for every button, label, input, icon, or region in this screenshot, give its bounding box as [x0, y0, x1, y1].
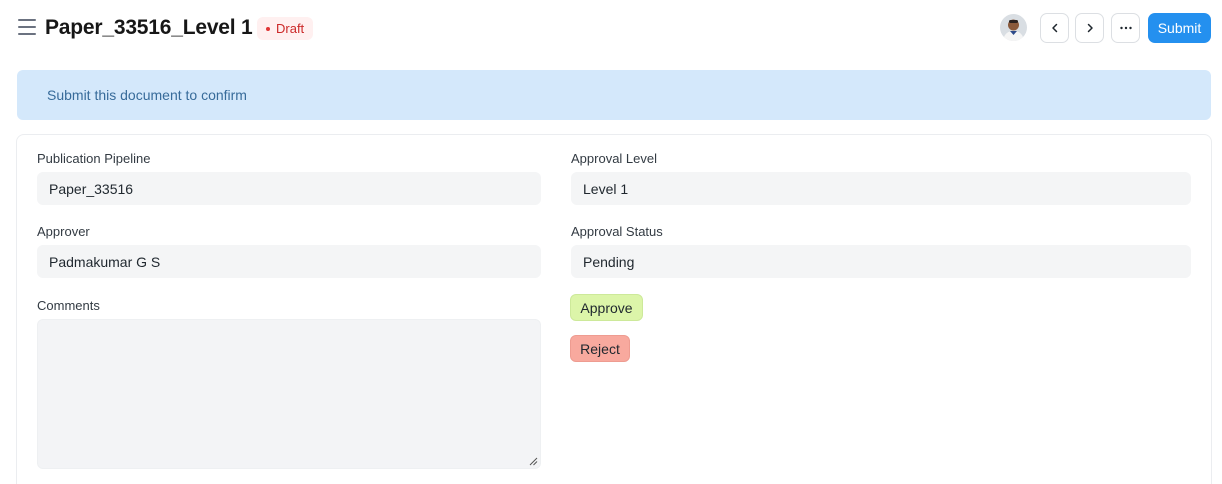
previous-document-button[interactable] [1040, 13, 1069, 43]
next-document-button[interactable] [1075, 13, 1104, 43]
comments-label: Comments [37, 298, 100, 313]
approval-level-field[interactable]: Level 1 [571, 172, 1191, 205]
approval-level-label: Approval Level [571, 151, 657, 166]
submit-button[interactable]: Submit [1148, 13, 1211, 43]
page-header: Paper_33516_Level 1 Draft Submit [0, 0, 1222, 56]
status-badge: Draft [257, 17, 314, 40]
comments-textarea[interactable] [37, 319, 541, 469]
publication-pipeline-label: Publication Pipeline [37, 151, 151, 166]
status-dot-icon [266, 26, 270, 31]
status-badge-label: Draft [276, 21, 305, 36]
resize-handle-icon[interactable] [529, 457, 538, 466]
hamburger-icon[interactable] [18, 19, 36, 35]
more-actions-button[interactable] [1111, 13, 1140, 43]
chevron-right-icon [1087, 23, 1093, 33]
approver-label: Approver [37, 224, 90, 239]
page: Paper_33516_Level 1 Draft Submit Submit … [0, 0, 1222, 484]
ellipsis-icon [1119, 26, 1132, 30]
chevron-left-icon [1051, 23, 1057, 33]
avatar[interactable] [1000, 14, 1027, 41]
publication-pipeline-field[interactable]: Paper_33516 [37, 172, 541, 205]
approval-status-label: Approval Status [571, 224, 663, 239]
page-title: Paper_33516_Level 1 [45, 16, 253, 39]
reject-button[interactable]: Reject [570, 335, 630, 362]
approve-button[interactable]: Approve [570, 294, 643, 321]
approval-status-field[interactable]: Pending [571, 245, 1191, 278]
approver-field[interactable]: Padmakumar G S [37, 245, 541, 278]
submit-info-banner: Submit this document to confirm [17, 70, 1211, 120]
banner-text: Submit this document to confirm [47, 87, 247, 103]
